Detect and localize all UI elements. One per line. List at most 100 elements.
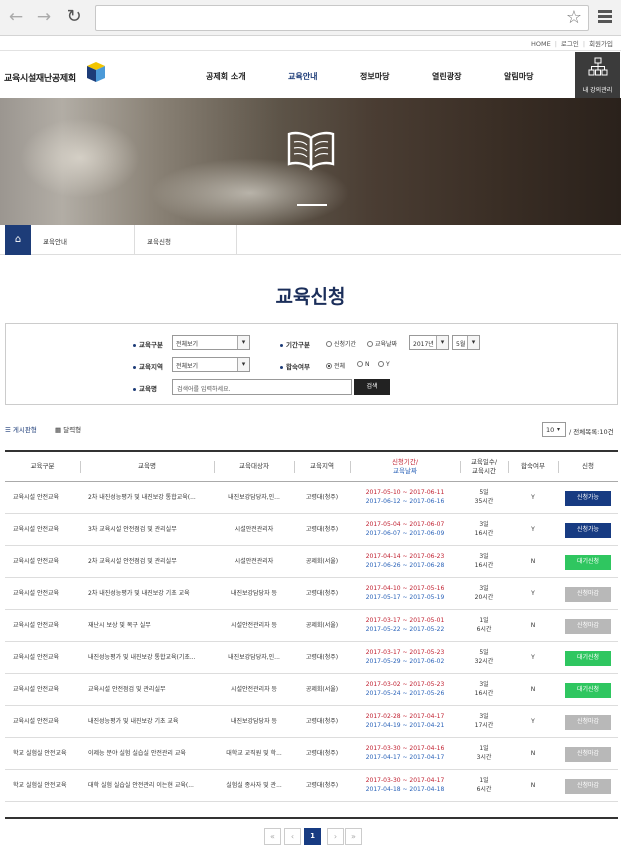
apply-status-button[interactable]: 대기신청 — [565, 650, 611, 666]
cell-period: 2017-03-17 ~ 2017-05-23 2017-05-29 ~ 2017… — [365, 649, 445, 665]
first-page-button[interactable]: « — [264, 828, 281, 845]
cell-accom: N — [530, 749, 536, 757]
chevron-down-icon: ▾ — [237, 358, 249, 371]
table-row[interactable]: 교육시설 안전교육 내진성능평가 및 내진보강 통합교육(기초... 내진보강담당자… — [5, 642, 618, 674]
table-row[interactable]: 교육시설 안전교육 내진성능평가 및 내진보강 기초 교육 내진보강담당자 등 고령대… — [5, 706, 618, 738]
cell-type: 교육시설 안전교육 — [13, 525, 60, 533]
nav-about[interactable]: 공제회 소개 — [206, 71, 246, 82]
search-button[interactable]: 검색 — [354, 379, 390, 395]
table-row[interactable]: 교육시설 안전교육 3차 교육시설 안전점검 및 관리실무 시설안전관리자 고령대(청… — [5, 514, 618, 546]
cell-days: 3일 17시간 — [474, 713, 494, 729]
next-page-button[interactable]: › — [327, 828, 344, 845]
accom-radio-n[interactable]: N — [357, 361, 370, 368]
nav-education[interactable]: 교육안내 — [288, 71, 317, 82]
cell-name[interactable]: 이제능 분야 실험 실습실 안전관리 교육 — [80, 738, 214, 770]
apply-status-button[interactable]: 신청마감 — [565, 586, 611, 602]
th-accom: 합숙여부 — [521, 462, 545, 471]
table-row[interactable]: 교육시설 안전교육 2차 내진성능평가 및 내진보강 기초 교육 내진보강담당자 등… — [5, 578, 618, 610]
my-lecture-button[interactable]: 내 강의관리 — [575, 52, 620, 98]
home-icon[interactable]: ⌂ — [5, 225, 31, 255]
nav-forum[interactable]: 열린광장 — [432, 71, 461, 82]
month-select[interactable]: 5월 ▾ — [452, 335, 480, 350]
cell-target: 시설안전관리자 등 — [230, 685, 278, 693]
breadcrumb-level2[interactable]: 교육신청 ⌄ — [135, 225, 237, 255]
back-arrow-icon[interactable]: ← — [6, 7, 26, 27]
my-lecture-label: 내 강의관리 — [582, 87, 613, 94]
table-row[interactable]: 교육시설 안전교육 교육시설 안전점검 및 관리실무 시설안전관리자 등 공제회(서울… — [5, 674, 618, 706]
nav-info[interactable]: 정보마당 — [360, 71, 389, 82]
cell-apply: 신청마감 — [558, 770, 618, 802]
cell-region: 고령대(청주) — [305, 525, 339, 533]
browser-menu-icon[interactable] — [598, 10, 612, 25]
prev-page-button[interactable]: ‹ — [284, 828, 301, 845]
apply-status-button[interactable]: 신청마감 — [565, 746, 611, 762]
accom-radio-all[interactable]: 전체 — [326, 361, 345, 370]
breadcrumb-level1[interactable]: 교육안내 ⌄ — [31, 225, 135, 255]
table-row[interactable]: 학교 실험실 안전교육 이제능 분야 실험 실습실 안전관리 교육 대학교 교직원 … — [5, 738, 618, 770]
page-1-button[interactable]: 1 — [304, 828, 321, 845]
cell-apply: 신청마감 — [558, 738, 618, 770]
cell-name[interactable]: 대학 실험 실습실 안전관리 이는현 교육(... — [80, 770, 214, 802]
apply-status-button[interactable]: 신청마감 — [565, 714, 611, 730]
site-logo-text[interactable]: 교육시설재난공제회 — [4, 71, 76, 84]
address-bar[interactable]: ☆ — [95, 5, 589, 31]
apply-status-button[interactable]: 신청마감 — [565, 618, 611, 634]
calendar-view-button[interactable]: ▦ 달력형 — [55, 424, 81, 434]
cell-name[interactable]: 교육시설 안전점검 및 관리실무 — [80, 674, 214, 706]
cell-period: 2017-03-30 ~ 2017-04-16 2017-04-17 ~ 2017… — [365, 745, 445, 761]
apply-status-button[interactable]: 신청가능 — [565, 490, 611, 506]
th-days: 교육일수/교육시간 — [470, 457, 498, 475]
table-row[interactable]: 교육시설 안전교육 재난시 보상 및 복구 실무 시설안전관리자 등 공제회(서울) 2… — [5, 610, 618, 642]
bookmark-star-icon[interactable]: ☆ — [566, 7, 582, 28]
period-radio-apply[interactable]: 신청기간 — [326, 339, 356, 348]
cell-target: 시설안전관리자 등 — [230, 621, 278, 629]
apply-status-button[interactable]: 대기신청 — [565, 554, 611, 570]
forward-arrow-icon[interactable]: → — [34, 7, 54, 27]
chevron-down-icon: ▾ — [467, 336, 479, 349]
table-header: 교육구분 교육명 교육대상자 교육지역 신청기간/교육날짜 교육일수/교육시간 … — [5, 452, 618, 482]
keyword-input[interactable]: 검색어를 입력하세요. — [172, 379, 352, 395]
cell-name[interactable]: 3차 교육시설 안전점검 및 관리실무 — [80, 514, 214, 546]
accom-label: 합숙여부 — [280, 361, 310, 371]
breadcrumb: ⌂ 교육안내 ⌄ 교육신청 ⌄ — [0, 225, 621, 255]
site-header: 교육시설재난공제회 공제회 소개 교육안내 정보마당 열린광장 알림마당 — [0, 50, 621, 98]
cell-name[interactable]: 2차 교육시설 안전점검 및 관리실무 — [80, 546, 214, 578]
apply-status-button[interactable]: 신청가능 — [565, 522, 611, 538]
table-row[interactable]: 교육시설 안전교육 2차 교육시설 안전점검 및 관리실무 시설안전관리자 공제회(서… — [5, 546, 618, 578]
cell-region: 고령대(청주) — [305, 653, 339, 661]
apply-status-button[interactable]: 대기신청 — [565, 682, 611, 698]
browser-toolbar: ← → ↻ ☆ — [0, 0, 621, 36]
cell-region: 고령대(청주) — [305, 493, 339, 501]
cell-name[interactable]: 내진성능평가 및 내진보강 통합교육(기초... — [80, 642, 214, 674]
cell-period: 2017-05-04 ~ 2017-06-07 2017-06-07 ~ 2017… — [365, 521, 445, 537]
edu-type-label: 교육구분 — [133, 339, 163, 349]
nav-notice[interactable]: 알림마당 — [504, 71, 533, 82]
cell-type: 교육시설 안전교육 — [13, 685, 60, 693]
list-view-button[interactable]: ☰ 게시판형 — [5, 424, 37, 434]
site-logo-icon[interactable] — [83, 61, 109, 85]
cell-name[interactable]: 2차 내진성능평가 및 내진보강 통합교육(... — [80, 482, 214, 514]
cell-name[interactable]: 2차 내진성능평가 및 내진보강 기초 교육 — [80, 578, 214, 610]
table-row[interactable]: 교육시설 안전교육 2차 내진성능평가 및 내진보강 통합교육(... 내진보강담당… — [5, 482, 618, 514]
cell-period: 2017-03-17 ~ 2017-05-01 2017-05-22 ~ 2017… — [365, 617, 445, 633]
cell-accom: N — [530, 557, 536, 565]
join-link[interactable]: 회원가입 — [585, 40, 617, 48]
apply-status-button[interactable]: 신청마감 — [565, 778, 611, 794]
edu-type-select[interactable]: 전체보기 ▾ — [172, 335, 250, 350]
cell-days: 5일 32시간 — [474, 649, 494, 665]
last-page-button[interactable]: » — [345, 828, 362, 845]
home-link[interactable]: HOME — [527, 40, 555, 48]
year-select[interactable]: 2017년 ▾ — [409, 335, 449, 350]
reload-icon[interactable]: ↻ — [64, 7, 84, 27]
table-bottom-border — [5, 817, 618, 819]
table-row[interactable]: 학교 실험실 안전교육 대학 실험 실습실 안전관리 이는현 교육(... 실험실 … — [5, 770, 618, 802]
login-link[interactable]: 로그인 — [557, 40, 583, 48]
accom-radio-y[interactable]: Y — [378, 361, 390, 368]
region-select[interactable]: 전체보기 ▾ — [172, 357, 250, 372]
cell-name[interactable]: 내진성능평가 및 내진보강 기초 교육 — [80, 706, 214, 738]
cell-target: 내진보강담당자 등 — [230, 717, 278, 725]
page-size-select[interactable]: 10 ▾ — [542, 422, 566, 437]
period-radio-edu[interactable]: 교육날짜 — [367, 339, 397, 348]
cell-period: 2017-05-10 ~ 2017-06-11 2017-06-12 ~ 2017… — [365, 489, 445, 505]
cell-name[interactable]: 재난시 보상 및 복구 실무 — [80, 610, 214, 642]
